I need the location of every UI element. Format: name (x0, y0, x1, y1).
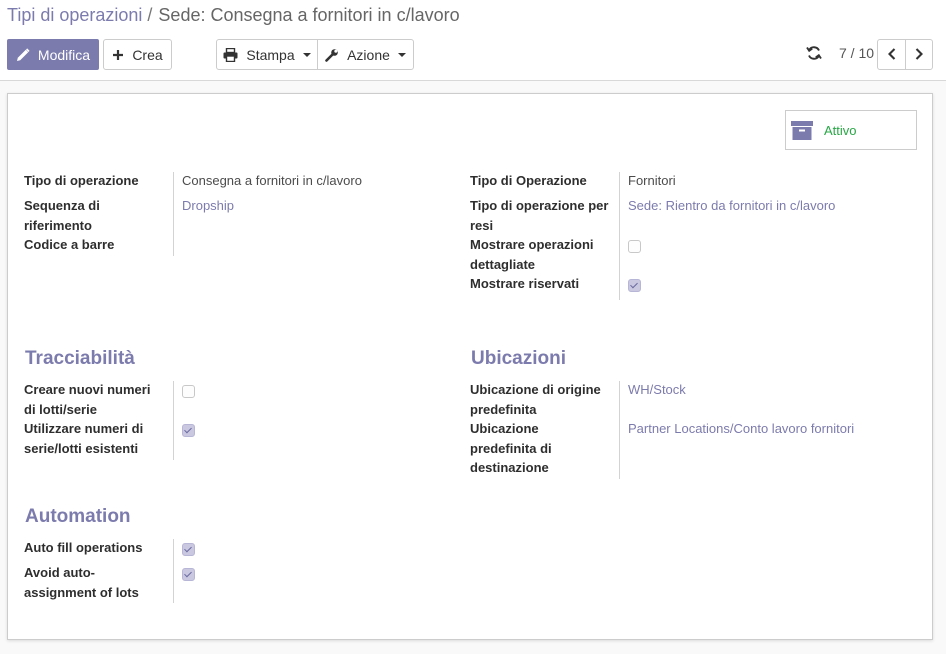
active-status-label: Attivo (824, 122, 857, 138)
operation-type-value: Consegna a fornitori in c/lavoro (182, 173, 362, 188)
sequence-value[interactable]: Dropship (182, 196, 234, 216)
breadcrumb-separator: / (147, 5, 153, 25)
form-sheet: Attivo Tipo di operazione Consegna a for… (7, 93, 933, 640)
traceability-section-title: Tracciabilità (25, 348, 135, 369)
action-dropdown-button[interactable]: Azione (317, 39, 414, 70)
field-divider (619, 381, 620, 479)
field-divider (173, 539, 174, 603)
avoid-lots-checkbox[interactable] (182, 568, 195, 581)
use-existing-lots-label: Utilizzare numeri di serie/lotti esisten… (24, 421, 144, 456)
type-label: Tipo di Operazione (470, 173, 587, 188)
caret-down-icon (302, 52, 311, 57)
operation-type-label: Tipo di operazione (24, 173, 139, 188)
breadcrumb: Tipi di operazioni / Sede: Consegna a forn… (7, 5, 460, 26)
sequence-label: Sequenza di riferimento (24, 198, 100, 233)
field-divider (173, 381, 174, 460)
show-detailed-label: Mostrare operazioni dettagliate (470, 237, 594, 272)
type-value: Fornitori (628, 173, 676, 188)
pager-next-button[interactable] (905, 39, 933, 70)
default-source-label: Ubicazione di origine predefinita (470, 382, 601, 417)
barcode-label: Codice a barre (24, 237, 115, 252)
locations-section-title: Ubicazioni (471, 348, 567, 369)
archive-toggle-button[interactable]: Attivo (785, 110, 917, 150)
return-type-value[interactable]: Sede: Rientro da fornitori in c/lavoro (628, 196, 835, 216)
show-detailed-checkbox[interactable] (628, 240, 641, 253)
pager-previous-button[interactable] (877, 39, 906, 70)
breadcrumb-current: Sede: Consegna a fornitori in c/lavoro (158, 5, 460, 25)
chevron-left-icon (887, 47, 896, 63)
auto-fill-label: Auto fill operations (24, 540, 143, 555)
printer-icon (223, 47, 238, 62)
create-lots-label: Creare nuovi numeri di lotti/serie (24, 382, 151, 417)
avoid-lots-label: Avoid auto-assignment of lots (24, 565, 139, 600)
edit-button-label: Modifica (37, 46, 91, 63)
create-button-label: Crea (132, 46, 163, 63)
automation-section-title: Automation (25, 506, 131, 527)
edit-button[interactable]: Modifica (7, 39, 99, 70)
default-source-value[interactable]: WH/Stock (628, 380, 686, 400)
field-divider (619, 172, 620, 300)
create-button[interactable]: Crea (103, 39, 172, 70)
print-button-label: Stampa (246, 46, 295, 63)
wrench-icon (325, 48, 339, 62)
control-panel: Tipi di operazioni / Sede: Consegna a forn… (0, 0, 946, 81)
pencil-icon (16, 47, 30, 62)
archive-icon (790, 118, 814, 142)
pager-value[interactable]: 7 / 10 (839, 45, 874, 61)
return-type-label: Tipo di operazione per resi (470, 198, 609, 233)
action-button-label: Azione (347, 46, 390, 63)
use-existing-lots-checkbox[interactable] (182, 424, 195, 437)
breadcrumb-parent-link[interactable]: Tipi di operazioni (7, 5, 142, 25)
chevron-right-icon (915, 47, 923, 63)
create-lots-checkbox[interactable] (182, 385, 195, 398)
default-dest-label: Ubicazione predefinita di destinazione (470, 421, 552, 475)
refresh-icon[interactable] (806, 45, 824, 63)
field-divider (173, 172, 174, 256)
plus-icon (112, 49, 124, 61)
print-dropdown-button[interactable]: Stampa (216, 39, 318, 70)
show-reserved-checkbox[interactable] (628, 279, 641, 292)
show-reserved-label: Mostrare riservati (470, 276, 580, 291)
default-dest-value[interactable]: Partner Locations/Conto lavoro fornitori (628, 419, 854, 439)
caret-down-icon (397, 52, 406, 57)
auto-fill-checkbox[interactable] (182, 543, 195, 556)
